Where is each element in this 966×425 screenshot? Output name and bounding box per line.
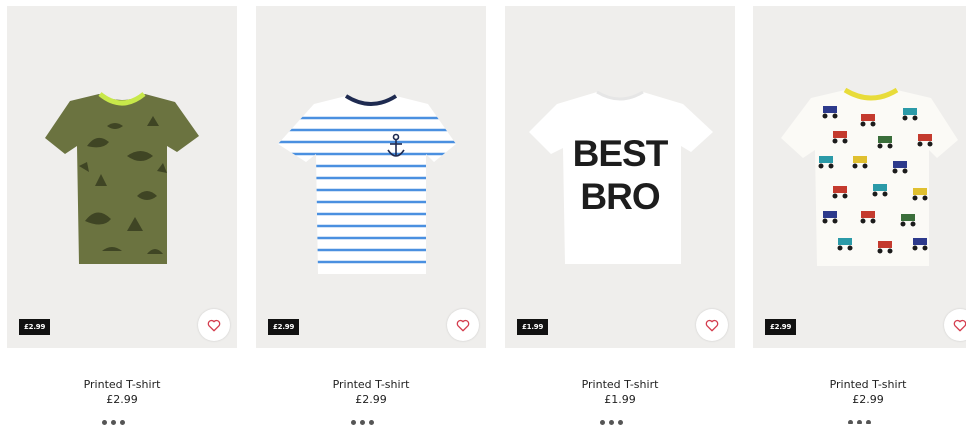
heart-icon <box>456 319 470 331</box>
heart-icon <box>705 319 719 331</box>
svg-text:BRO: BRO <box>580 176 659 217</box>
favourite-button[interactable] <box>447 309 479 341</box>
color-swatches[interactable] <box>102 420 125 425</box>
product-name[interactable]: Printed T-shirt <box>7 378 237 392</box>
price-badge: £2.99 <box>268 319 300 335</box>
product-name[interactable]: Printed T-shirt <box>505 378 735 392</box>
product-image[interactable]: BEST BRO £1.99 <box>505 6 735 348</box>
color-swatches[interactable] <box>351 420 374 425</box>
product-info: Printed T-shirt £1.99 <box>505 378 735 407</box>
product-info: Printed T-shirt £2.99 <box>256 378 486 407</box>
product-name[interactable]: Printed T-shirt <box>753 378 966 392</box>
striped-anchor-tshirt-image <box>278 94 456 274</box>
product-price: £2.99 <box>106 393 138 406</box>
product-image[interactable]: £2.99 <box>256 6 486 348</box>
khaki-dinosaur-tshirt-image <box>45 92 199 264</box>
heart-icon <box>953 319 966 331</box>
product-card[interactable]: £2.99 Printed T-shirt £2.99 <box>256 6 486 425</box>
favourite-button[interactable] <box>696 309 728 341</box>
product-price: £1.99 <box>604 393 636 406</box>
product-card[interactable]: £2.99 Printed T-shirt £2.99 <box>7 6 237 425</box>
price-badge: £2.99 <box>19 319 51 335</box>
price-badge: £2.99 <box>765 319 797 335</box>
color-swatches[interactable] <box>848 420 871 424</box>
best-bro-tshirt-image: BEST BRO <box>529 90 713 264</box>
product-price: £2.99 <box>852 393 884 406</box>
product-info: Printed T-shirt £2.99 <box>753 378 966 407</box>
favourite-button[interactable] <box>198 309 230 341</box>
price-badge: £1.99 <box>517 319 549 335</box>
product-image[interactable]: £2.99 <box>753 6 966 348</box>
product-price: £2.99 <box>355 393 387 406</box>
monster-truck-tshirt-image <box>781 87 958 266</box>
product-card[interactable]: £2.99 Printed T-shirt £2.99 <box>753 6 966 424</box>
color-swatches[interactable] <box>600 420 623 425</box>
product-info: Printed T-shirt £2.99 <box>7 378 237 407</box>
product-name[interactable]: Printed T-shirt <box>256 378 486 392</box>
heart-icon <box>207 319 221 331</box>
svg-text:BEST: BEST <box>573 133 669 174</box>
product-card[interactable]: BEST BRO £1.99 Printed T-shirt £1.99 <box>505 6 735 425</box>
product-image[interactable]: £2.99 <box>7 6 237 348</box>
